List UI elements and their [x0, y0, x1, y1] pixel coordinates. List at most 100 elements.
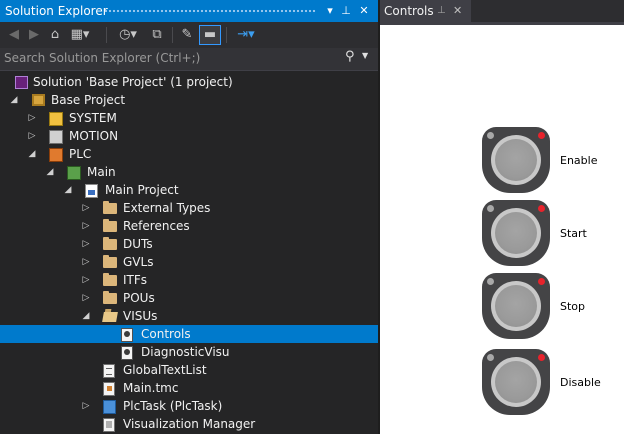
solution-explorer-title-bar: Solution Explorer ▾ ⊥ ✕: [0, 0, 378, 22]
tree-item-main[interactable]: ◢ Main: [0, 163, 378, 181]
expanded-arrow-icon[interactable]: ◢: [27, 145, 37, 163]
motion-icon: [49, 130, 63, 144]
tree-item-label: POUs: [123, 291, 155, 305]
tree-item-label: VISUs: [123, 309, 158, 323]
collapsed-arrow-icon[interactable]: ▷: [81, 253, 91, 271]
status-led-active-icon: [538, 278, 545, 285]
tree-item-external-types[interactable]: ▷ External Types: [0, 199, 378, 217]
tree-item-visus[interactable]: ◢ VISUs: [0, 307, 378, 325]
status-led-idle-icon: [487, 205, 494, 212]
disable-button[interactable]: [482, 349, 550, 417]
sync-with-active-document-icon[interactable]: ⇥▾: [232, 26, 260, 44]
tree-item-solution[interactable]: Solution 'Base Project' (1 project): [0, 73, 378, 91]
tree-item-pous[interactable]: ▷ POUs: [0, 289, 378, 307]
stop-button[interactable]: [482, 273, 550, 341]
folder-icon: [103, 237, 117, 250]
forward-icon[interactable]: ▶: [26, 26, 42, 44]
collapsed-arrow-icon[interactable]: ▷: [81, 271, 91, 289]
back-icon[interactable]: ◀: [6, 26, 22, 44]
toolbar-separator: [172, 27, 173, 43]
start-label: Start: [560, 227, 587, 240]
button-cap: [495, 361, 537, 403]
tree-item-plctask[interactable]: ▷ PlcTask (PlcTask): [0, 397, 378, 415]
collapsed-arrow-icon[interactable]: ▷: [81, 397, 91, 415]
tree-item-label: Base Project: [51, 93, 126, 107]
collapsed-arrow-icon[interactable]: ▷: [81, 199, 91, 217]
stop-label: Stop: [560, 300, 586, 313]
tree-item-label: MOTION: [69, 129, 119, 143]
tree-item-label: Solution 'Base Project' (1 project): [33, 75, 233, 89]
collapsed-arrow-icon[interactable]: ▷: [27, 127, 37, 145]
home-icon[interactable]: ⌂: [46, 26, 64, 44]
pin-icon[interactable]: ⊥: [338, 0, 354, 22]
properties-wrench-icon[interactable]: ✎: [178, 26, 196, 44]
visualization-manager-icon: [103, 418, 115, 432]
tree-item-base-project[interactable]: ◢ Base Project: [0, 91, 378, 109]
tree-item-motion[interactable]: ▷ MOTION: [0, 127, 378, 145]
pin-tab-icon[interactable]: ⊥: [437, 0, 446, 22]
tmc-file-icon: [103, 382, 115, 396]
tree-item-gvls[interactable]: ▷ GVLs: [0, 253, 378, 271]
close-icon[interactable]: ✕: [356, 0, 372, 22]
status-led-idle-icon: [487, 278, 494, 285]
close-tab-icon[interactable]: ✕: [453, 0, 462, 22]
disable-label: Disable: [560, 376, 601, 389]
preview-selected-items-icon[interactable]: ▬: [199, 25, 221, 45]
expanded-arrow-icon[interactable]: ◢: [45, 163, 55, 181]
tree-item-label: Main Project: [105, 183, 179, 197]
document-tab-bar: Controls ⊥ ✕: [380, 0, 624, 22]
window-position-dropdown-icon[interactable]: ▾: [322, 0, 338, 22]
tree-item-label: Main: [87, 165, 116, 179]
search-bar: ⚲ ▼: [0, 48, 378, 71]
tree-item-system[interactable]: ▷ SYSTEM: [0, 109, 378, 127]
title-bar-drag-grip[interactable]: [104, 9, 316, 14]
tree-item-references[interactable]: ▷ References: [0, 217, 378, 235]
tab-controls-label: Controls: [384, 4, 434, 18]
collapsed-arrow-icon[interactable]: ▷: [81, 235, 91, 253]
pending-changes-filter-icon[interactable]: ◷▾: [114, 26, 142, 44]
button-cap: [495, 139, 537, 181]
tree-item-itfs[interactable]: ▷ ITFs: [0, 271, 378, 289]
collapsed-arrow-icon[interactable]: ▷: [81, 289, 91, 307]
collapse-all-icon[interactable]: ⧉: [148, 26, 166, 44]
tree-item-globaltextlist[interactable]: GlobalTextList: [0, 361, 378, 379]
tree-item-label: References: [123, 219, 190, 233]
status-led-active-icon: [538, 354, 545, 361]
folder-open-icon: [102, 312, 118, 322]
collapsed-arrow-icon[interactable]: ▷: [81, 217, 91, 235]
tree-item-diagnosticvisu[interactable]: DiagnosticVisu: [0, 343, 378, 361]
status-led-active-icon: [538, 205, 545, 212]
expanded-arrow-icon[interactable]: ◢: [81, 307, 91, 325]
enable-button[interactable]: [482, 127, 550, 195]
tree-item-label: DUTs: [123, 237, 153, 251]
toolbar-separator: [106, 27, 107, 43]
tree-item-main-project[interactable]: ◢ Main Project: [0, 181, 378, 199]
tree-item-label: DiagnosticVisu: [141, 345, 230, 359]
search-icon[interactable]: ⚲: [345, 49, 355, 64]
status-led-active-icon: [538, 132, 545, 139]
solution-explorer-toolbar: ◀ ▶ ⌂ ▦▾ ◷▾ ⧉ ✎ ▬ ⇥▾: [0, 22, 378, 48]
tree-item-label: Main.tmc: [123, 381, 179, 395]
tree-item-label: GlobalTextList: [123, 363, 207, 377]
tree-item-label: SYSTEM: [69, 111, 117, 125]
tree-item-label: ITFs: [123, 273, 148, 287]
tree-item-label: GVLs: [123, 255, 154, 269]
tree-item-main-tmc[interactable]: Main.tmc: [0, 379, 378, 397]
search-input[interactable]: [0, 48, 334, 68]
expanded-arrow-icon[interactable]: ◢: [9, 91, 19, 109]
expanded-arrow-icon[interactable]: ◢: [63, 181, 73, 199]
tree-item-label: Visualization Manager: [123, 417, 256, 431]
tree-item-controls[interactable]: Controls: [0, 325, 378, 343]
tree-item-plc[interactable]: ◢ PLC: [0, 145, 378, 163]
collapsed-arrow-icon[interactable]: ▷: [27, 109, 37, 127]
tree-item-visualization-manager[interactable]: Visualization Manager: [0, 415, 378, 433]
search-options-chevron-down-icon[interactable]: ▼: [362, 51, 368, 60]
project-icon: [32, 94, 45, 106]
tab-controls[interactable]: Controls ⊥ ✕: [380, 0, 471, 22]
start-button[interactable]: [482, 200, 550, 268]
switch-views-icon[interactable]: ▦▾: [68, 26, 92, 44]
solution-icon: [15, 76, 28, 89]
tree-item-duts[interactable]: ▷ DUTs: [0, 235, 378, 253]
tree-item-label: PLC: [69, 147, 92, 161]
folder-icon: [103, 291, 117, 304]
